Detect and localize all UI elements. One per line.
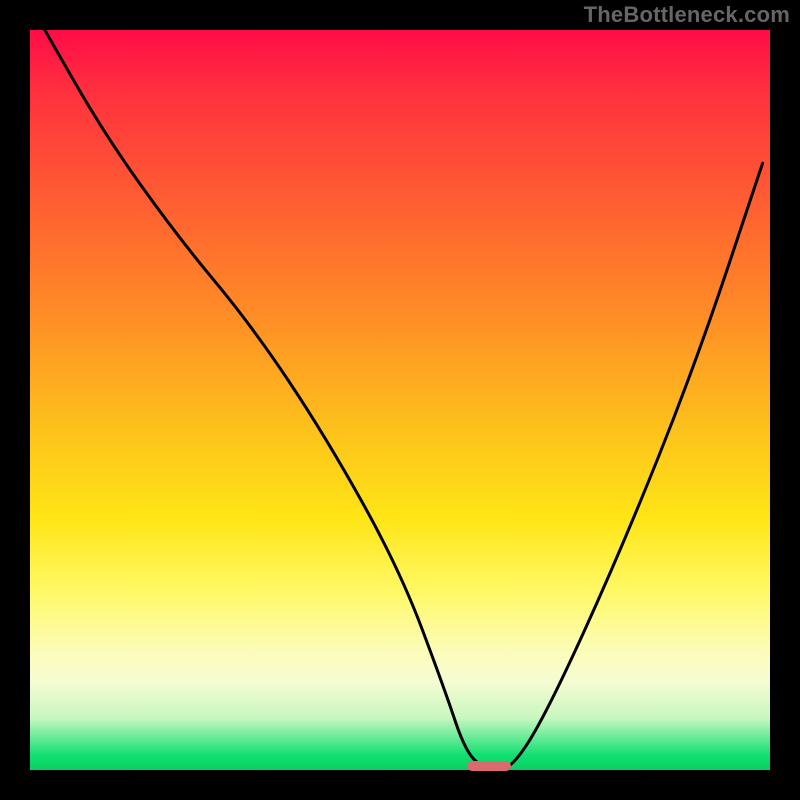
chart-frame: TheBottleneck.com [0, 0, 800, 800]
watermark-text: TheBottleneck.com [584, 2, 790, 28]
optimal-marker [467, 761, 511, 771]
bottleneck-curve [30, 30, 770, 770]
curve-path [45, 30, 763, 770]
